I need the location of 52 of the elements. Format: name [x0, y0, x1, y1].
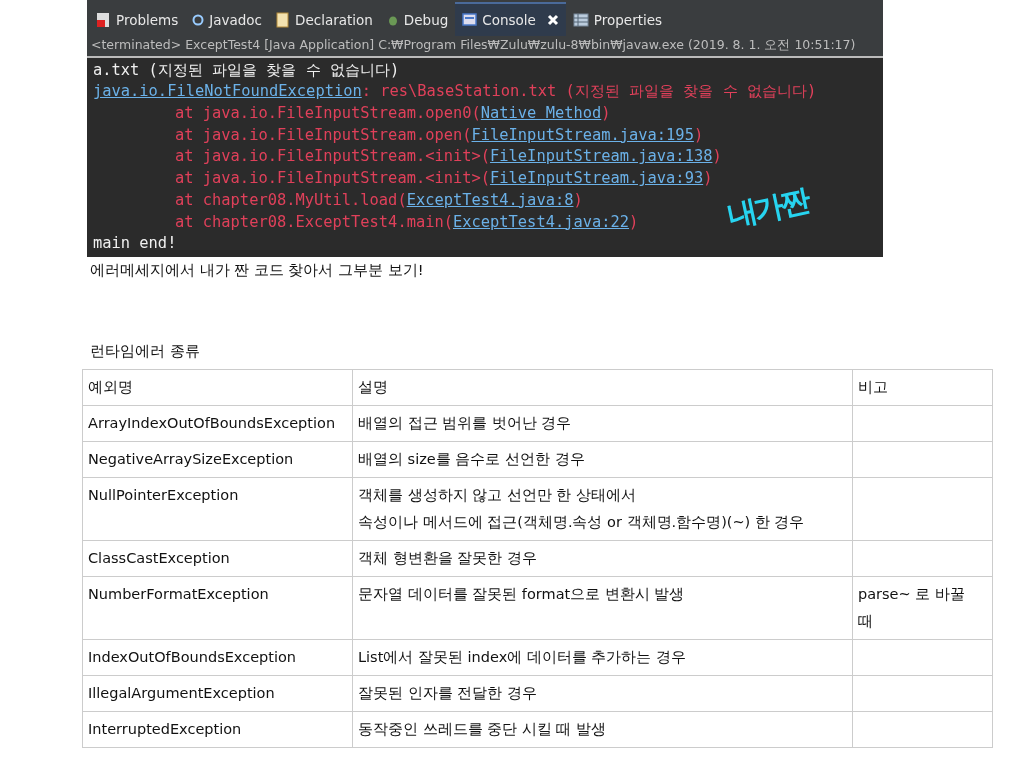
- header-cell: 예외명: [83, 370, 353, 406]
- error-text: at java.io.FileInputStream.open0(: [175, 104, 481, 123]
- source-link[interactable]: java.io.FileNotFoundException: [93, 82, 362, 101]
- view-tab[interactable]: Declaration: [269, 1, 380, 36]
- error-text: at java.io.FileInputStream.open(: [175, 125, 472, 144]
- table-cell: 객체 형변환을 잘못한 경우: [353, 541, 853, 577]
- table-cell: 배열의 size를 음수로 선언한 경우: [353, 442, 853, 478]
- error-text: ): [573, 190, 583, 209]
- table-cell: InterruptedException: [83, 712, 353, 748]
- error-text: ): [693, 125, 704, 144]
- error-text: ): [703, 169, 713, 188]
- error-text: : res\BaseStation.txt (지정된 파일을 찾을 수 없습니다): [361, 82, 817, 101]
- table-cell: ArrayIndexOutOfBoundsException: [83, 406, 353, 442]
- source-link[interactable]: FileInputStream.java:138: [490, 147, 713, 166]
- table-cell: NumberFormatException: [83, 577, 353, 640]
- view-tab[interactable]: Javadoc: [185, 1, 269, 36]
- view-tab[interactable]: Properties: [565, 1, 670, 36]
- table-cell: NullPointerException: [83, 478, 353, 541]
- caption: 에러메세지에서 내가 짠 코드 찾아서 그부분 보기!: [90, 261, 425, 280]
- table-title: 런타임에러 종류: [90, 342, 201, 361]
- source-link[interactable]: ExceptTest4.java:22: [453, 212, 630, 231]
- console-status: <terminated> ExceptTest4 [Java Application] C:₩Program Files₩Zulu₩zulu-8₩bin₩javaw.exe (2019. 8. 1. 오전 10:51:17): [87, 35, 883, 58]
- source-link[interactable]: FileInputStream.java:93: [490, 169, 704, 188]
- error-text: at chapter08.ExceptTest4.main(: [175, 212, 453, 231]
- header-cell: 비고: [853, 370, 993, 406]
- error-text: ): [601, 104, 611, 123]
- error-text: at chapter08.MyUtil.load(: [175, 190, 407, 209]
- view-tab[interactable]: Problems: [89, 1, 186, 36]
- output-text: a.txt (지정된 파일을 찾을 수 없습니다): [93, 60, 400, 79]
- table-cell: List에서 잘못된 index에 데이터를 추가하는 경우: [353, 640, 853, 676]
- view-tab[interactable]: Console: [455, 1, 566, 36]
- table-cell: IllegalArgumentException: [83, 676, 353, 712]
- table-cell: IndexOutOfBoundsException: [83, 640, 353, 676]
- table-cell: ClassCastException: [83, 541, 353, 577]
- source-link[interactable]: Native Method: [480, 104, 602, 123]
- table-cell: NegativeArraySizeException: [83, 442, 353, 478]
- handwritten-note: 내가짠: [723, 181, 812, 236]
- header-cell: 설명: [353, 370, 853, 406]
- error-text: at java.io.FileInputStream.<init>(: [175, 169, 491, 188]
- error-text: ): [629, 212, 639, 231]
- error-text: ): [712, 147, 722, 166]
- table-cell: parse~ 로 바꿀 때: [853, 577, 993, 640]
- table-cell: 문자열 데이터를 잘못된 format으로 변환시 발생: [353, 577, 853, 640]
- output-text: main end!: [93, 234, 177, 253]
- source-link[interactable]: ExceptTest4.java:8: [406, 190, 574, 209]
- table-cell: 객체를 생성하지 않고 선언만 한 상태에서 속성이나 메서드에 접근(객체명.속성 or 객체명.함수명)(~) 한 경우: [353, 478, 853, 541]
- table-cell: 배열의 접근 범위를 벗어난 경우: [353, 406, 853, 442]
- view-tab[interactable]: Debug: [379, 1, 456, 36]
- source-link[interactable]: FileInputStream.java:195: [471, 125, 694, 144]
- table-cell: 잘못된 인자를 전달한 경우: [353, 676, 853, 712]
- error-text: at java.io.FileInputStream.<init>(: [175, 147, 491, 166]
- table-cell: 동작중인 쓰레드를 중단 시킬 때 발생: [353, 712, 853, 748]
